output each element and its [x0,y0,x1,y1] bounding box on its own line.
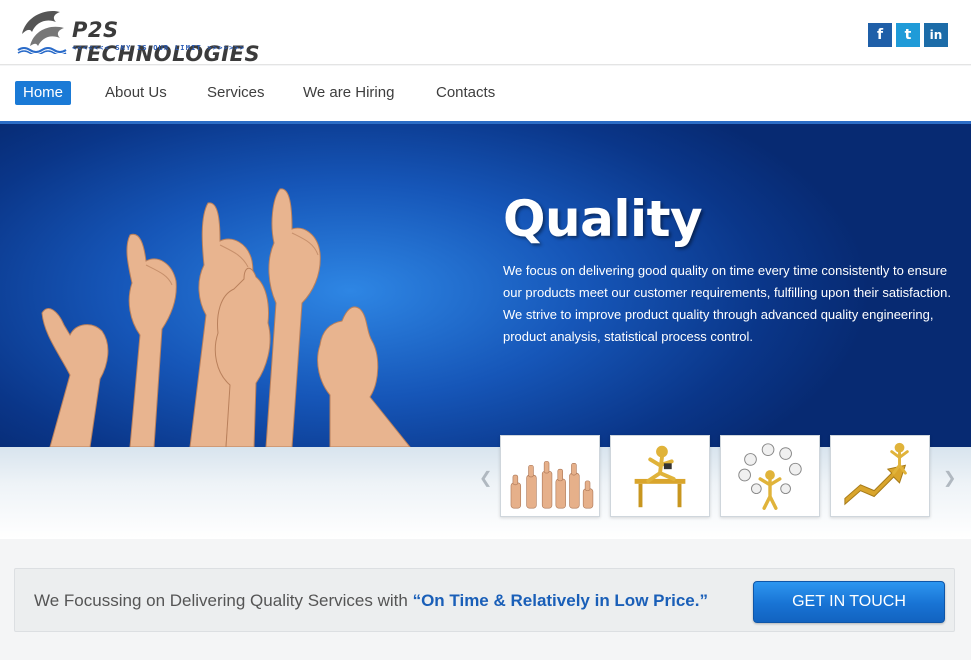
hero-description: We focus on delivering good quality on t… [503,263,951,344]
thumbs-up-hands-image [41,188,411,447]
nav-item-contacts[interactable]: Contacts [436,81,495,105]
facebook-icon[interactable]: f [868,23,892,47]
thumbnail-hurdle[interactable] [610,435,710,517]
logo[interactable]: P2S TECHNOLOGIES <<<<<<< SKY IS OUR LIMI… [16,4,276,66]
thumbnail-growth[interactable] [830,435,930,517]
main-nav: Home About Us Services We are Hiring Con… [0,66,971,121]
hurdle-jump-icon [634,445,686,508]
prev-slide-arrow-icon[interactable]: ❮ [479,468,492,488]
cta-bar: We Focussing on Delivering Quality Servi… [14,568,955,632]
slider-thumbnail-strip [0,447,971,539]
cta-message-plain: We Focussing on Delivering Quality Servi… [34,591,413,610]
nav-item-hiring[interactable]: We are Hiring [303,81,394,105]
cta-message-highlight: “On Time & Relatively in Low Price.” [412,591,708,610]
social-links: f t in [868,23,948,47]
hero-title: Quality [503,190,703,248]
juggling-clocks-icon [738,443,802,510]
thumbnail-hands[interactable] [500,435,600,517]
get-in-touch-button[interactable]: GET IN TOUCH [753,581,945,623]
logo-tagline: <<<<<<< SKY IS OUR LIMIT >>>>>>> [72,44,246,52]
thumbnail-juggling[interactable] [720,435,820,517]
dolphin-logo-icon [17,10,67,54]
site-header: P2S TECHNOLOGIES <<<<<<< SKY IS OUR LIMI… [0,0,971,66]
next-slide-arrow-icon[interactable]: ❯ [943,468,956,488]
hero-divider [0,121,971,124]
growth-arrow-icon [844,442,909,506]
nav-item-home[interactable]: Home [15,81,72,105]
nav-item-about-us[interactable]: About Us [105,81,167,105]
hands-thumbnail-icon [510,461,594,509]
nav-item-services[interactable]: Services [207,81,265,105]
twitter-icon[interactable]: t [896,23,920,47]
linkedin-icon[interactable]: in [924,23,948,47]
logo-title: P2S TECHNOLOGIES [72,18,261,66]
cta-message: We Focussing on Delivering Quality Servi… [34,591,708,611]
